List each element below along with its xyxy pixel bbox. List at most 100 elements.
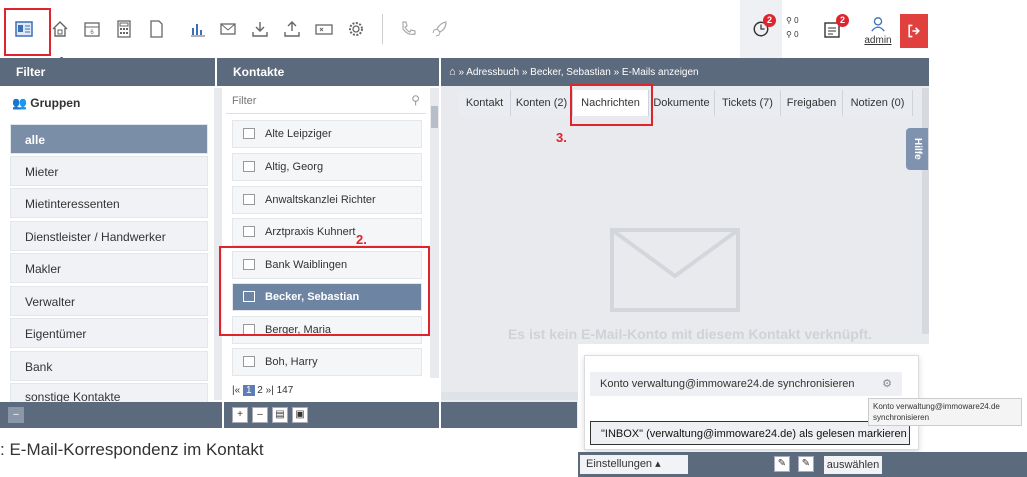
tooltip-line-1: Konto verwaltung@immoware24.de [873,402,1000,411]
tab-dokumente[interactable]: Dokumente [649,90,715,116]
svg-text:6: 6 [90,30,94,36]
group-item-sonstige[interactable]: sonstige Kontakte [10,383,208,403]
group-item-eigentuemer[interactable]: Eigentümer [10,318,208,348]
status-bottom-icon: ⚲ [786,30,792,39]
upload-icon[interactable] [278,14,306,44]
export-icon[interactable]: ▤ [272,407,288,423]
main-scrollbar[interactable] [922,88,929,334]
ticket-icon[interactable] [310,14,338,44]
person-contact-icon [243,356,255,367]
settings-dropdown[interactable]: Einstellungen ▴ [580,455,688,474]
mail-icon[interactable] [214,14,242,44]
main-h-scrollbar[interactable] [441,392,581,400]
breadcrumb-sep: » [458,67,464,78]
gear-small-icon: ⚙ [882,378,892,390]
compose-alt-icon[interactable]: ✎ [798,456,814,472]
highlight-box-3 [570,84,653,126]
contacts-pager: |« 1 2 »| 147 [232,385,422,401]
figure-caption: : E-Mail-Korrespondenz im Kontakt [0,440,264,459]
contact-search-input[interactable] [226,90,396,112]
status-widget[interactable]: ⚲ 0 ⚲ 0 [786,16,816,46]
group-item-alle[interactable]: alle [10,124,208,154]
filter-collapse-button[interactable]: – [8,407,24,423]
status-top-icon: ⚲ [786,16,792,25]
contact-item[interactable]: Boh, Harry [232,348,422,376]
bank-contact-icon [243,128,255,139]
tab-konten[interactable]: Konten (2) [511,90,573,116]
toolbar-divider [382,14,383,44]
contact-item[interactable]: Arztpraxis Kuhnert [232,218,422,246]
tab-kontakt[interactable]: Kontakt [459,90,511,116]
tabs-left-gap [441,88,459,118]
empty-message: Es ist kein E-Mail-Konto mit diesem Kont… [507,326,873,342]
groups-label: Gruppen [30,96,81,110]
reminder-badge: 2 [763,14,776,27]
pager-total: 147 [276,385,294,396]
compose-icon[interactable]: ✎ [774,456,790,472]
tab-notizen[interactable]: Notizen (0) [843,90,913,116]
calculator-icon[interactable] [110,14,138,44]
group-item-makler[interactable]: Makler [10,253,208,283]
person-contact-icon [243,194,255,205]
status-bottom-count: 0 [794,30,799,39]
reminder-area[interactable]: 2 [740,0,782,58]
pager-page-2[interactable]: 2 [257,385,263,396]
contact-name: Alte Leipziger [265,128,332,140]
tab-freigaben[interactable]: Freigaben [781,90,843,116]
filter-scrollbar[interactable] [214,88,222,400]
empty-mail-icon [610,228,740,315]
contact-name: Arztpraxis Kuhnert [265,226,356,238]
download-icon[interactable] [246,14,274,44]
remove-contact-button[interactable]: – [252,407,268,423]
group-item-dienstleister[interactable]: Dienstleister / Handwerker [10,221,208,251]
tooltip-line-2: synchronisieren [873,413,930,422]
breadcrumb-contact[interactable]: Becker, Sebastian [530,67,611,78]
pager-first[interactable]: |« [232,385,240,396]
group-item-verwalter[interactable]: Verwalter [10,286,208,316]
notes-badge: 2 [836,14,849,27]
vcard-icon[interactable]: ▣ [292,407,308,423]
user-menu[interactable]: admin [860,16,896,50]
step-label-3: 3. [556,130,567,145]
group-item-bank[interactable]: Bank [10,351,208,381]
help-tab[interactable]: Hilfe [906,128,928,170]
person-contact-icon [243,161,255,172]
filter-footer: – [0,402,222,428]
breadcrumb-sep: » [613,67,620,78]
group-item-mietinteressenten[interactable]: Mietinteressenten [10,188,208,218]
contact-item[interactable]: Altig, Georg [232,153,422,181]
phone-icon[interactable] [394,14,422,44]
step-label-2: 2. [356,232,367,247]
rocket-icon[interactable] [426,14,454,44]
breadcrumb-addressbook[interactable]: Adressbuch [466,67,519,78]
document-icon[interactable] [142,14,170,44]
pager-page-1[interactable]: 1 [242,385,255,396]
contact-search: ⚲ [226,90,426,114]
logout-button[interactable] [900,14,928,48]
user-label[interactable]: admin [860,35,896,46]
contact-name: Anwaltskanzlei Richter [265,194,376,206]
contact-item[interactable]: Alte Leipziger [232,120,422,148]
search-icon[interactable]: ⚲ [411,93,420,107]
sync-account-item[interactable]: Konto verwaltung@immoware24.de synchroni… [590,372,902,396]
chart-icon[interactable] [184,14,212,44]
sync-tooltip: Konto verwaltung@immoware24.de synchroni… [868,398,1022,426]
home-small-icon[interactable]: ⌂ [449,66,456,78]
contacts-scrollbar[interactable] [430,88,439,378]
add-contact-button[interactable]: + [232,407,248,423]
highlight-box-1 [4,8,51,56]
status-top-count: 0 [794,16,799,25]
caret-up-icon: ▴ [655,458,661,470]
mark-read-item[interactable]: "INBOX" (verwaltung@immoware24.de) als g… [590,421,910,445]
select-button[interactable]: auswählen [824,456,882,474]
gear-icon[interactable] [342,14,370,44]
contact-item[interactable]: Anwaltskanzlei Richter [232,186,422,214]
tab-tickets[interactable]: Tickets (7) [715,90,781,116]
group-users-icon: 👥 [12,96,27,110]
calendar-icon[interactable]: 6 [78,14,106,44]
group-item-mieter[interactable]: Mieter [10,156,208,186]
contacts-scroll-thumb[interactable] [431,106,438,128]
breadcrumb-current: E-Mails anzeigen [621,67,699,78]
person-contact-icon [243,226,255,237]
pager-last[interactable]: »| [266,385,274,396]
